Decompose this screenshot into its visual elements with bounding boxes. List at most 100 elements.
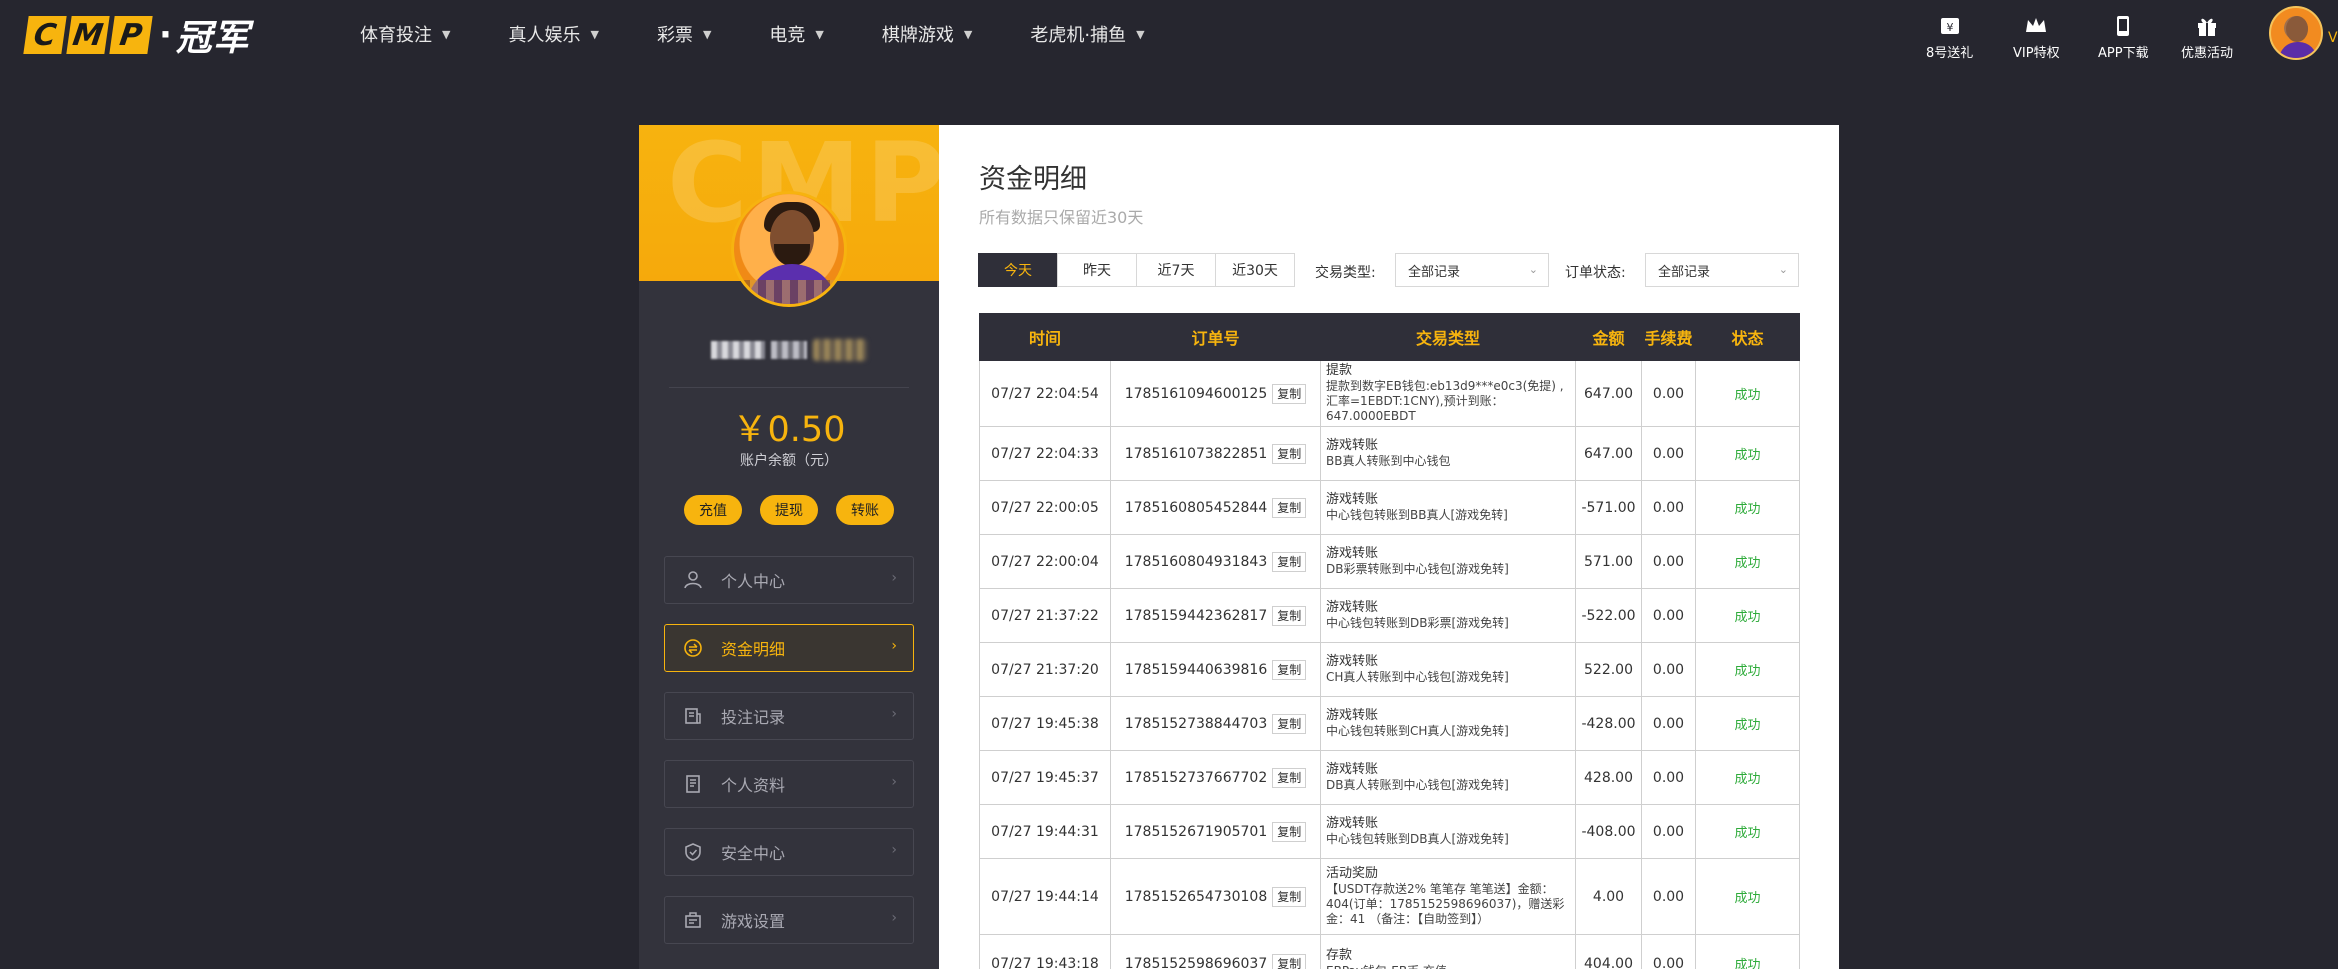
site-logo[interactable]: C M P · 冠军 — [23, 14, 250, 59]
copy-button[interactable]: 复制 — [1272, 443, 1307, 464]
quick-link-vip[interactable]: VIP特权 — [2013, 14, 2060, 61]
cell-transaction-type: 游戏转账 CH真人转账到中心钱包[游戏免转] — [1320, 642, 1576, 697]
main-nav: 体育投注 ▼ 真人娱乐 ▼ 彩票 ▼ 电竞 ▼ 棋牌游戏 ▼ 老虎机·捕鱼 ▼ — [360, 0, 1203, 68]
transaction-description: CH真人转账到中心钱包[游戏免转] — [1326, 670, 1509, 684]
transfer-button[interactable]: 转账 — [836, 495, 894, 525]
divider — [669, 387, 909, 388]
menu-item-personal-center[interactable]: 个人中心 › — [664, 556, 914, 604]
user-avatar[interactable] — [2269, 6, 2323, 60]
nav-item-slots-fishing[interactable]: 老虎机·捕鱼 ▼ — [1030, 21, 1144, 47]
copy-button[interactable]: 复制 — [1272, 953, 1307, 969]
menu-item-game-settings[interactable]: 游戏设置 › — [664, 896, 914, 944]
tab-last-7-days[interactable]: 近7天 — [1136, 253, 1216, 287]
tab-yesterday[interactable]: 昨天 — [1057, 253, 1137, 287]
quick-link-app-download[interactable]: APP下载 — [2098, 14, 2149, 61]
cell-order-no: 1785160804931843 复制 — [1110, 534, 1321, 589]
menu-item-label: 个人资料 — [721, 776, 786, 795]
order-status-select[interactable]: 全部记录 ⌄ — [1645, 253, 1799, 287]
order-number: 1785152738844703 — [1124, 715, 1268, 732]
fund-details-table: 时间 订单号 交易类型 金额 手续费 状态 07/27 22:04:54 1785… — [979, 313, 1800, 969]
transaction-type: 游戏转账 — [1326, 762, 1379, 777]
menu-item-label: 资金明细 — [721, 640, 786, 659]
avatar-shirt — [2279, 42, 2317, 58]
cell-transaction-type: 提款 提款到数字EB钱包:eb13d9***e0c3(免提) ,汇率=1EBDT:… — [1320, 360, 1576, 427]
profile-doc-icon — [683, 774, 703, 794]
blurred-badge — [813, 339, 867, 361]
column-header-fee: 手续费 — [1641, 313, 1696, 361]
column-header-type: 交易类型 — [1320, 313, 1576, 361]
nav-item-sports[interactable]: 体育投注 ▼ — [360, 21, 450, 47]
shield-icon — [683, 842, 703, 862]
quick-link-label: 8号送礼 — [1926, 46, 1974, 61]
table-row: 07/27 19:45:38 1785152738844703 复制 游戏转账 中心钱包… — [979, 696, 1800, 751]
transaction-description: 中心钱包转账到DB彩票[游戏免转] — [1326, 616, 1509, 630]
menu-item-fund-details[interactable]: 资金明细 › — [664, 624, 914, 672]
quick-link-promotions[interactable]: 优惠活动 — [2181, 14, 2233, 61]
nav-item-card-games[interactable]: 棋牌游戏 ▼ — [882, 21, 972, 47]
copy-button[interactable]: 复制 — [1272, 713, 1307, 734]
menu-item-label: 投注记录 — [721, 708, 786, 727]
nav-item-label: 真人娱乐 — [508, 25, 581, 46]
cell-status: 成功 — [1695, 360, 1800, 427]
copy-button[interactable]: 复制 — [1272, 605, 1307, 626]
tab-today[interactable]: 今天 — [978, 253, 1058, 287]
cell-time: 07/27 22:00:04 — [979, 534, 1111, 589]
cell-fee: 0.00 — [1641, 804, 1696, 859]
quick-link-gift-8[interactable]: ¥ 8号送礼 — [1926, 14, 1973, 61]
withdraw-button[interactable]: 提现 — [760, 495, 818, 525]
copy-button[interactable]: 复制 — [1272, 551, 1307, 572]
menu-item-label: 个人中心 — [721, 572, 786, 591]
transaction-type-select[interactable]: 全部记录 ⌄ — [1395, 253, 1549, 287]
cell-status: 成功 — [1695, 426, 1800, 481]
cell-fee: 0.00 — [1641, 642, 1696, 697]
cell-transaction-type: 游戏转账 中心钱包转账到DB真人[游戏免转] — [1320, 804, 1576, 859]
chevron-down-icon: ▼ — [590, 27, 599, 41]
cell-amount: -408.00 — [1575, 804, 1642, 859]
transaction-description: BB真人转账到中心钱包 — [1326, 454, 1451, 468]
tab-last-30-days[interactable]: 近30天 — [1215, 253, 1295, 287]
copy-button[interactable]: 复制 — [1272, 383, 1307, 404]
menu-item-profile[interactable]: 个人资料 › — [664, 760, 914, 808]
select-value: 全部记录 — [1658, 264, 1711, 280]
cell-time: 07/27 19:45:38 — [979, 696, 1111, 751]
nav-item-live-casino[interactable]: 真人娱乐 ▼ — [508, 21, 598, 47]
logo-letter: C — [23, 16, 67, 54]
profile-avatar[interactable] — [731, 191, 847, 307]
cell-time: 07/27 22:04:54 — [979, 360, 1111, 427]
quick-link-label: 优惠活动 — [2181, 46, 2234, 61]
nav-item-label: 体育投注 — [360, 25, 432, 46]
copy-button[interactable]: 复制 — [1272, 767, 1307, 788]
menu-item-label: 游戏设置 — [721, 912, 786, 931]
cell-time: 07/27 21:37:22 — [979, 588, 1111, 643]
cell-time: 07/27 22:00:05 — [979, 480, 1111, 535]
cell-amount: 571.00 — [1575, 534, 1642, 589]
deposit-button[interactable]: 充值 — [684, 495, 742, 525]
transaction-type: 存款 — [1326, 948, 1353, 963]
cell-order-no: 1785152654730108 复制 — [1110, 858, 1321, 935]
transaction-type: 游戏转账 — [1326, 492, 1379, 507]
menu-item-security-center[interactable]: 安全中心 › — [664, 828, 914, 876]
table-row: 07/27 19:45:37 1785152737667702 复制 游戏转账 DB真人… — [979, 750, 1800, 805]
cell-fee: 0.00 — [1641, 858, 1696, 935]
copy-button[interactable]: 复制 — [1272, 659, 1307, 680]
table-row: 07/27 21:37:22 1785159442362817 复制 游戏转账 中心钱包… — [979, 588, 1800, 643]
menu-item-bet-records[interactable]: 投注记录 › — [664, 692, 914, 740]
copy-button[interactable]: 复制 — [1272, 497, 1307, 518]
chevron-right-icon: › — [891, 842, 897, 858]
cell-fee: 0.00 — [1641, 480, 1696, 535]
copy-button[interactable]: 复制 — [1272, 821, 1307, 842]
quick-link-label: APP下载 — [2098, 46, 2149, 61]
nav-item-label: 电竞 — [769, 25, 806, 46]
cell-transaction-type: 活动奖励 【USDT存款送2% 笔笔存 笔笔送】金额：404(订单：1785152… — [1320, 858, 1576, 935]
cell-order-no: 1785152598696037 复制 — [1110, 934, 1321, 969]
table-row: 07/27 22:00:05 1785160805452844 复制 游戏转账 中心钱包… — [979, 480, 1800, 535]
gift-icon — [2198, 18, 2216, 36]
nav-item-esports[interactable]: 电竞 ▼ — [769, 21, 823, 47]
cell-status: 成功 — [1695, 696, 1800, 751]
column-header-amount: 金额 — [1575, 313, 1642, 361]
nav-item-lottery[interactable]: 彩票 ▼ — [657, 21, 711, 47]
menu-item-label: 安全中心 — [721, 844, 786, 863]
logo-text: 冠军 — [175, 18, 250, 59]
logo-dot: · — [159, 15, 172, 55]
copy-button[interactable]: 复制 — [1272, 886, 1307, 907]
